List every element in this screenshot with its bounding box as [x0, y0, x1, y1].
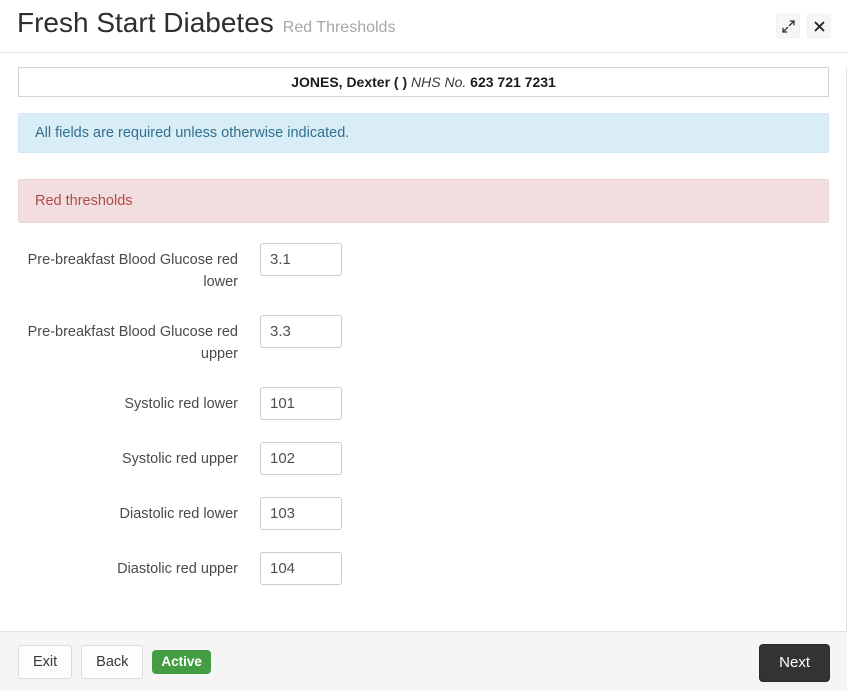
exit-button[interactable]: Exit — [18, 645, 73, 679]
form-row: Diastolic red lower — [0, 497, 846, 530]
prebreakfast-blood-glucose-red-lower-label: Pre-breakfast Blood Glucose red lower — [27, 252, 238, 290]
header-actions — [776, 14, 831, 38]
systolic-red-upper-label: Systolic red upper — [121, 451, 238, 467]
back-button[interactable]: Back — [81, 645, 144, 679]
form-row: Pre-breakfast Blood Glucose red lower — [0, 243, 846, 293]
window-header: Fresh Start Diabetes Red Thresholds — [0, 0, 847, 53]
page-subtitle: Red Thresholds — [282, 19, 396, 36]
status-badge: Active — [152, 650, 211, 674]
diastolic-red-lower-label: Diastolic red lower — [119, 506, 238, 522]
diastolic-red-lower-input[interactable] — [260, 497, 342, 530]
footer-left-actions: Exit Back Active — [18, 645, 211, 679]
form-row: Systolic red upper — [0, 442, 846, 475]
form-row: Systolic red lower — [0, 387, 846, 420]
modal-footer: Exit Back Active Next — [0, 631, 847, 691]
prebreakfast-blood-glucose-red-upper-label: Pre-breakfast Blood Glucose red upper — [27, 324, 238, 362]
form-control-wrap — [260, 243, 342, 276]
next-button[interactable]: Next — [759, 644, 830, 682]
prebreakfast-blood-glucose-red-lower-input[interactable] — [260, 243, 342, 276]
systolic-red-lower-label: Systolic red lower — [124, 396, 238, 412]
prebreakfast-blood-glucose-red-upper-input[interactable] — [260, 315, 342, 348]
modal-window: Fresh Start Diabetes Red Thresholds JONE… — [0, 0, 847, 691]
red-thresholds-form: Pre-breakfast Blood Glucose red lower Pre… — [0, 243, 846, 585]
patient-banner: JONES, Dexter ( ) NHS No. 623 721 7231 — [18, 67, 829, 97]
header-title-group: Fresh Start Diabetes Red Thresholds — [17, 6, 395, 40]
form-control-wrap — [260, 315, 342, 348]
diastolic-red-upper-input[interactable] — [260, 552, 342, 585]
form-control-wrap — [260, 387, 342, 420]
info-alert: All fields are required unless otherwise… — [18, 113, 829, 153]
form-row: Diastolic red upper — [0, 552, 846, 585]
footer-right-actions: Next — [759, 644, 830, 682]
form-control-wrap — [260, 442, 342, 475]
info-alert-text: All fields are required unless otherwise… — [35, 125, 350, 141]
nhs-number-label: NHS No. — [411, 74, 467, 90]
form-row: Pre-breakfast Blood Glucose red upper — [0, 315, 846, 365]
form-control-wrap — [260, 497, 342, 530]
diastolic-red-upper-label: Diastolic red upper — [117, 561, 238, 577]
modal-body: JONES, Dexter ( ) NHS No. 623 721 7231 A… — [0, 67, 847, 645]
systolic-red-upper-input[interactable] — [260, 442, 342, 475]
page-title: Fresh Start Diabetes — [17, 7, 274, 38]
nhs-number-value: 623 721 7231 — [470, 74, 556, 90]
patient-name: JONES, Dexter ( ) — [291, 74, 408, 90]
red-thresholds-heading-text: Red thresholds — [35, 193, 133, 209]
red-thresholds-panel-heading: Red thresholds — [18, 179, 829, 223]
close-icon[interactable] — [807, 14, 831, 38]
systolic-red-lower-input[interactable] — [260, 387, 342, 420]
expand-diagonal-icon[interactable] — [776, 14, 800, 38]
form-control-wrap — [260, 552, 342, 585]
